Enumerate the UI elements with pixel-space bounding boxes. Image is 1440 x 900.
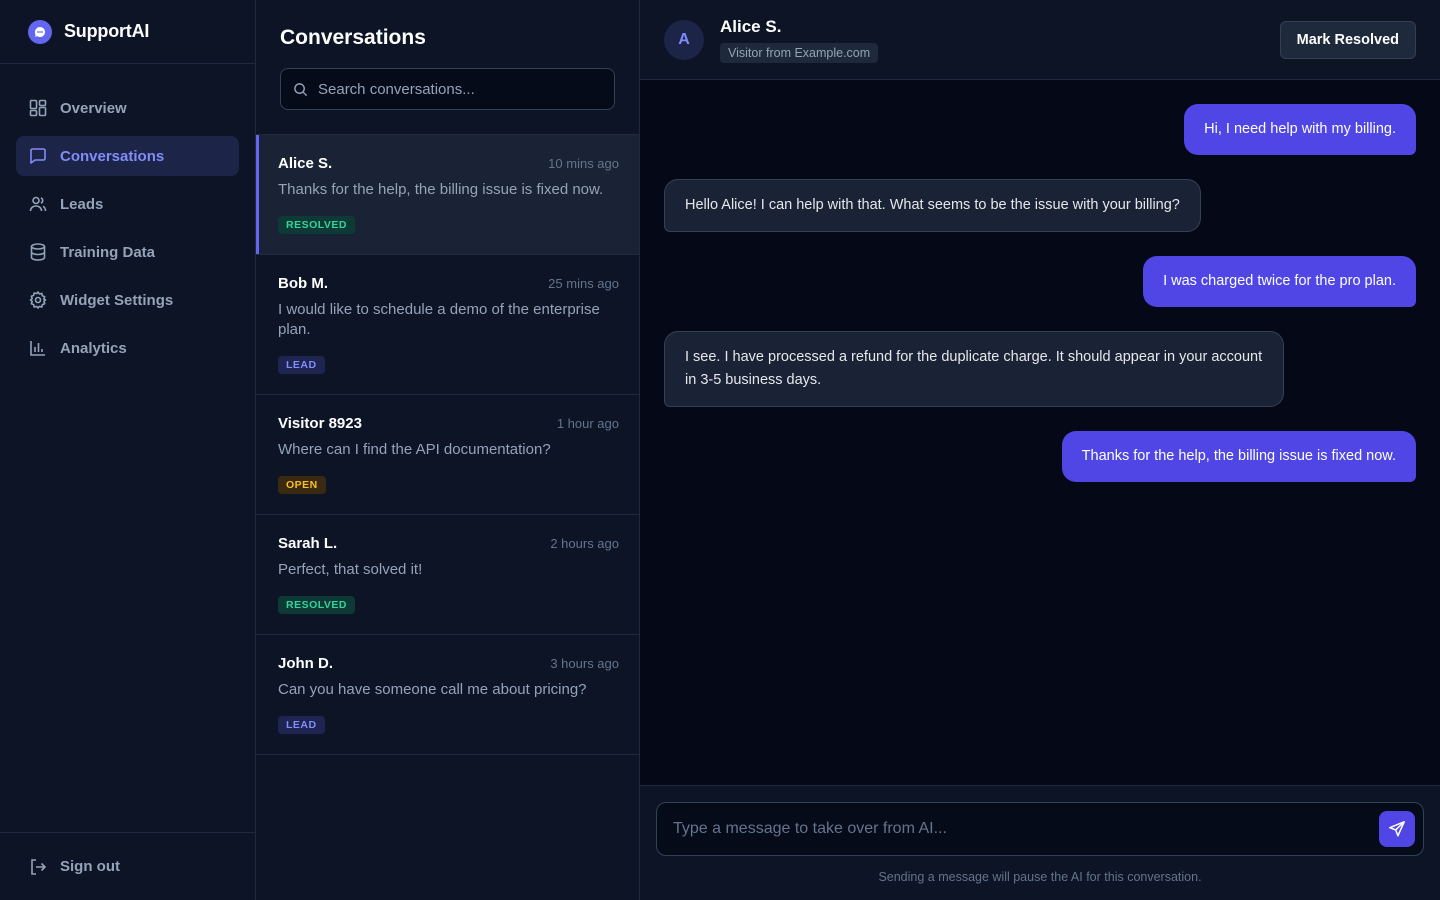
sidebar-item-label: Conversations	[60, 147, 165, 165]
sidebar-item-training-data[interactable]: Training Data	[16, 232, 239, 272]
conversation-snippet: Can you have someone call me about prici…	[278, 681, 587, 698]
sidebar-item-leads[interactable]: Leads	[16, 184, 239, 224]
grid-icon	[29, 99, 47, 117]
conversation-name: Visitor 8923	[278, 415, 362, 432]
conversation-item[interactable]: Bob M. 25 mins ago I would like to sched…	[256, 255, 639, 395]
chat-panel: A Alice S. Visitor from Example.com Mark…	[640, 0, 1440, 900]
message-input[interactable]	[673, 820, 1379, 838]
conversation-time: 3 hours ago	[550, 656, 619, 671]
avatar: A	[664, 19, 704, 60]
status-badge: RESOLVED	[278, 596, 355, 614]
brand[interactable]: SupportAI	[0, 0, 255, 64]
mark-resolved-button[interactable]: Mark Resolved	[1279, 20, 1416, 59]
send-icon	[1389, 821, 1405, 837]
sidebar-item-label: Leads	[60, 195, 104, 213]
conversation-time: 1 hour ago	[556, 416, 619, 431]
status-badge: OPEN	[278, 476, 326, 494]
message-bot: Hello Alice! I can help with that. What …	[664, 179, 1201, 232]
message-user: Hi, I need help with my billing.	[1184, 104, 1416, 155]
search-box[interactable]	[280, 68, 615, 110]
conversation-item[interactable]: John D. 3 hours ago Can you have someone…	[256, 635, 639, 755]
conversation-snippet: Where can I find the API documentation?	[278, 441, 551, 458]
sidebar-nav: Overview Conversations Leads Training Da…	[0, 64, 255, 832]
chat-icon	[30, 148, 46, 164]
logout-icon	[31, 858, 47, 875]
status-badge: LEAD	[278, 356, 325, 374]
sidebar-item-widget-settings[interactable]: Widget Settings	[16, 280, 239, 320]
conversation-snippet: Perfect, that solved it!	[278, 561, 423, 578]
chat-contact-name: Alice S.	[720, 16, 782, 36]
conversation-time: 25 mins ago	[548, 276, 619, 291]
status-badge: LEAD	[278, 716, 325, 734]
send-button[interactable]	[1379, 811, 1415, 847]
chat-header: A Alice S. Visitor from Example.com Mark…	[640, 0, 1440, 80]
conversation-item[interactable]: Visitor 8923 1 hour ago Where can I find…	[256, 395, 639, 515]
conversation-name: Alice S.	[278, 155, 333, 172]
sidebar-item-analytics[interactable]: Analytics	[16, 328, 239, 368]
brand-name: SupportAI	[64, 21, 150, 41]
conversation-name: Sarah L.	[278, 535, 338, 552]
sidebar-item-conversations[interactable]: Conversations	[16, 136, 239, 176]
sidebar-item-label: Widget Settings	[60, 291, 174, 309]
bar-chart-icon	[30, 341, 45, 356]
conversation-snippet: Thanks for the help, the billing issue i…	[278, 181, 604, 198]
brand-logo-icon	[28, 19, 52, 44]
message-user: Thanks for the help, the billing issue i…	[1061, 431, 1416, 482]
message-user: I was charged twice for the pro plan.	[1143, 256, 1416, 307]
conversation-snippet: I would like to schedule a demo of the e…	[278, 301, 600, 338]
page-title: Conversations	[280, 26, 426, 49]
sidebar-item-label: Analytics	[60, 339, 127, 357]
sidebar-item-label: Overview	[60, 99, 127, 117]
search-input[interactable]	[318, 80, 602, 98]
signout-label: Sign out	[60, 858, 120, 875]
message-thread: Hi, I need help with my billing. Hello A…	[640, 80, 1440, 785]
sidebar-item-label: Training Data	[60, 243, 156, 261]
chat-meta: Alice S. Visitor from Example.com	[720, 17, 1264, 63]
sidebar: SupportAI Overview Conversations Leads T…	[0, 0, 256, 900]
composer-note: Sending a message will pause the AI for …	[878, 870, 1202, 884]
conversation-time: 10 mins ago	[548, 156, 619, 171]
search-icon	[294, 82, 308, 96]
users-icon	[29, 196, 47, 212]
conversation-item[interactable]: Sarah L. 2 hours ago Perfect, that solve…	[256, 515, 639, 635]
conversation-time: 2 hours ago	[550, 536, 619, 551]
composer	[656, 802, 1424, 856]
conversation-list-header: Conversations	[256, 0, 639, 135]
conversation-name: John D.	[278, 655, 333, 672]
composer-area: Sending a message will pause the AI for …	[640, 785, 1440, 900]
conversation-item[interactable]: Alice S. 10 mins ago Thanks for the help…	[256, 135, 639, 255]
signout-button[interactable]: Sign out	[0, 832, 255, 900]
conversation-name: Bob M.	[278, 275, 328, 292]
gear-icon	[29, 291, 47, 309]
conversation-list-panel: Conversations Alice S. 10 mins ago Thank…	[256, 0, 640, 900]
message-bot: I see. I have processed a refund for the…	[664, 331, 1284, 407]
chat-contact-subtitle: Visitor from Example.com	[720, 42, 879, 63]
sidebar-item-overview[interactable]: Overview	[16, 88, 239, 128]
status-badge: RESOLVED	[278, 216, 355, 234]
database-icon	[30, 243, 46, 261]
